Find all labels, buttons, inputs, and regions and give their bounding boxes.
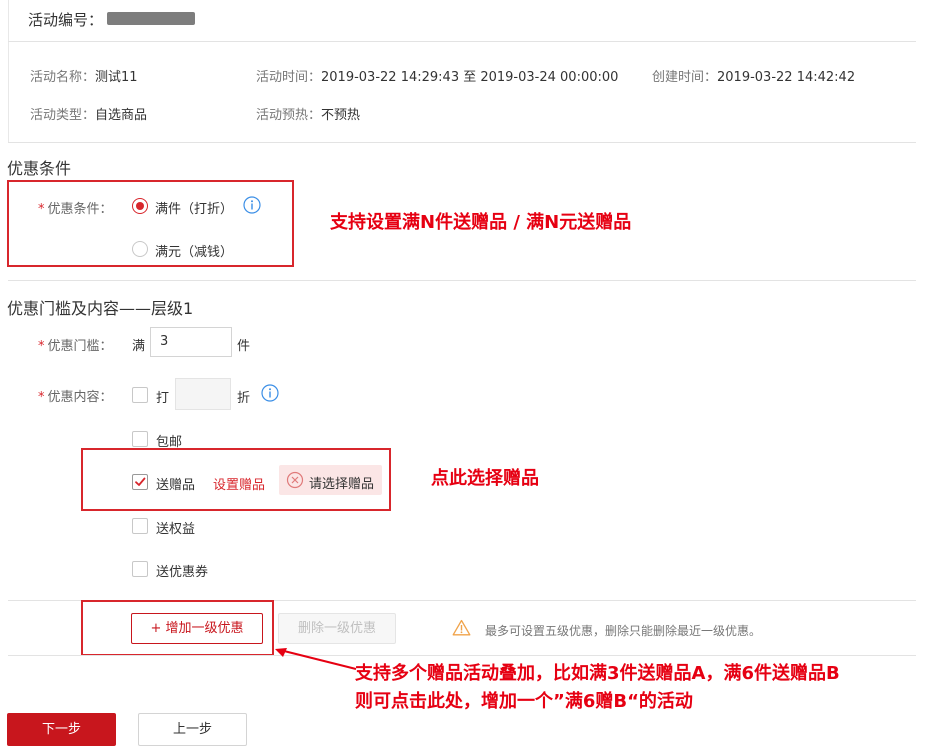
activity-name-label: 活动名称： — [30, 70, 96, 85]
info-panel-left-border — [8, 0, 9, 142]
discount-checkbox[interactable] — [132, 387, 148, 403]
activity-time-label: 活动时间： — [256, 70, 322, 85]
annotation-condition-note: 支持设置满N件送赠品 / 满N元送赠品 — [330, 212, 632, 233]
activity-name: 活动名称：测试11 — [30, 66, 138, 85]
add-tier-button[interactable]: + 增加一级优惠 — [131, 613, 263, 644]
threshold-prefix: 满 — [132, 339, 146, 354]
benefit-label: 送权益 — [156, 522, 196, 537]
tier-limit-hint: 最多可设置五级优惠，删除只能删除最近一级优惠。 — [485, 624, 762, 638]
radio-unselected-icon[interactable] — [132, 241, 148, 257]
select-gift-tag-label: 请选择赠品 — [309, 477, 375, 492]
activity-preheat-value: 不预热 — [321, 108, 361, 123]
activity-time-value: 2019-03-22 14:29:43 至 2019-03-24 00:00:0… — [321, 70, 619, 85]
activity-time: 活动时间：2019-03-22 14:29:43 至 2019-03-24 00… — [256, 66, 618, 85]
activity-name-value: 测试11 — [95, 70, 138, 85]
warning-icon — [452, 619, 471, 636]
condition-option-by-amount-label: 满元（减钱） — [155, 245, 234, 260]
discount-unit: 折 — [237, 391, 251, 406]
discount-input[interactable] — [175, 378, 231, 410]
annotation-arrow-icon — [275, 648, 357, 670]
activity-id-masked — [107, 12, 195, 25]
info-divider — [8, 41, 916, 42]
created-time: 创建时间：2019-03-22 14:42:42 — [652, 66, 855, 85]
threshold-unit: 件 — [237, 339, 251, 354]
info-panel-bottom — [8, 142, 916, 143]
tier-section-title: 优惠门槛及内容——层级1 — [7, 299, 194, 318]
info-icon[interactable] — [243, 196, 261, 214]
benefit-checkbox[interactable] — [132, 518, 148, 534]
checkmark-icon — [135, 477, 146, 486]
condition-option-by-count-label: 满件（打折） — [155, 202, 234, 217]
content-field-label: * 优惠内容： — [38, 390, 113, 405]
select-gift-tag[interactable]: 请选择赠品 — [279, 465, 382, 495]
close-circle-icon — [286, 471, 304, 489]
activity-type: 活动类型：自选商品 — [30, 104, 147, 123]
free-shipping-checkbox[interactable] — [132, 431, 148, 447]
discount-condition-field-label: * 优惠条件： — [38, 202, 113, 217]
created-time-value: 2019-03-22 14:42:42 — [717, 70, 856, 85]
activity-id-label: 活动编号： — [28, 11, 104, 29]
gift-checkbox[interactable] — [132, 474, 148, 490]
threshold-field-label: * 优惠门槛： — [38, 339, 113, 354]
radio-selected-icon[interactable] — [132, 198, 148, 214]
actions-divider — [8, 655, 916, 656]
annotation-stack-note-line1: 支持多个赠品活动叠加，比如满3件送赠品A，满6件送赠品B — [355, 663, 840, 684]
section-divider — [8, 280, 916, 281]
activity-type-value: 自选商品 — [95, 108, 148, 123]
discount-condition-title: 优惠条件 — [7, 159, 72, 178]
activity-preheat: 活动预热：不预热 — [256, 104, 360, 123]
threshold-input[interactable]: 3 — [150, 327, 232, 357]
created-time-label: 创建时间： — [652, 70, 718, 85]
condition-option-by-amount[interactable]: 满元（减钱） — [131, 239, 271, 260]
set-gift-link[interactable]: 设置赠品 — [213, 474, 265, 493]
annotation-gift-note: 点此选择赠品 — [431, 468, 539, 489]
prev-step-button[interactable]: 上一步 — [138, 713, 247, 746]
gift-label: 送赠品 — [156, 478, 196, 493]
remove-tier-button[interactable]: 删除一级优惠 — [278, 613, 396, 644]
coupon-label: 送优惠券 — [156, 565, 209, 580]
coupon-checkbox[interactable] — [132, 561, 148, 577]
discount-label: 打 — [156, 391, 170, 406]
next-step-button[interactable]: 下一步 — [7, 713, 116, 746]
annotation-stack-note-line2: 则可点击此处，增加一个”满6赠B“的活动 — [355, 691, 693, 712]
info-icon[interactable] — [261, 384, 279, 402]
activity-preheat-label: 活动预热： — [256, 108, 322, 123]
activity-type-label: 活动类型： — [30, 108, 96, 123]
